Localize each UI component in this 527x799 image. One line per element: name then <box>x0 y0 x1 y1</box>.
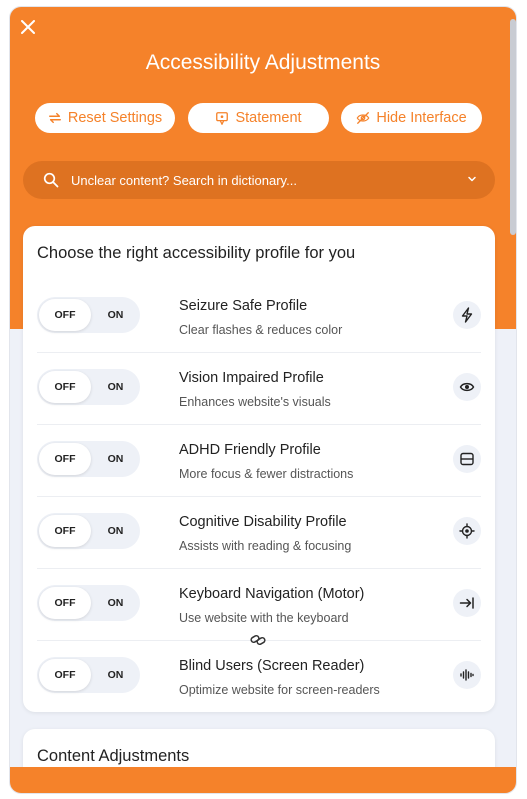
toggle-off-label: OFF <box>54 453 76 465</box>
reset-settings-button[interactable]: Reset Settings <box>35 103 175 133</box>
profile-toggle[interactable]: OFF ON <box>37 441 140 477</box>
profile-row-cognitive-disability: OFF ON Cognitive Disability Profile Assi… <box>37 497 481 569</box>
content-adjustments-title: Content Adjustments <box>37 747 190 765</box>
profile-toggle[interactable]: OFF ON <box>37 297 140 333</box>
eye-slash-icon <box>356 112 370 124</box>
profile-toggle[interactable]: OFF ON <box>37 513 140 549</box>
profile-name: ADHD Friendly Profile <box>179 442 321 458</box>
profile-name: Keyboard Navigation (Motor) <box>179 586 365 602</box>
link-icon[interactable] <box>249 631 267 649</box>
statement-button[interactable]: Statement <box>188 103 329 133</box>
toggle-off-label: OFF <box>54 309 76 321</box>
toggle-on-label: ON <box>107 525 124 537</box>
profiles-title: Choose the right accessibility profile f… <box>37 244 356 262</box>
accessibility-panel: Accessibility Adjustments Reset Settings… <box>9 6 517 794</box>
close-button[interactable] <box>18 17 38 37</box>
statement-icon <box>216 112 229 125</box>
statement-label: Statement <box>235 110 302 126</box>
toggle-on-label: ON <box>107 309 124 321</box>
toggle-off-label: OFF <box>54 669 76 681</box>
profile-row-seizure-safe: OFF ON Seizure Safe Profile Clear flashe… <box>37 281 481 353</box>
top-buttons: Reset Settings Statement Hide Interface <box>35 103 483 133</box>
panel-title: Accessibility Adjustments <box>145 51 381 74</box>
profile-name: Blind Users (Screen Reader) <box>179 658 365 674</box>
profile-row-vision-impaired: OFF ON Vision Impaired Profile Enhances … <box>37 353 481 425</box>
hide-interface-button[interactable]: Hide Interface <box>341 103 482 133</box>
target-icon <box>453 517 481 545</box>
profile-description: Assists with reading & focusing <box>179 539 352 553</box>
profile-name: Seizure Safe Profile <box>179 298 308 314</box>
chevron-down-icon <box>468 176 476 182</box>
eye-icon <box>453 373 481 401</box>
profile-description: Use website with the keyboard <box>179 611 349 625</box>
toggle-on-label: ON <box>107 597 124 609</box>
bottom-bar <box>10 767 516 793</box>
profile-toggle[interactable]: OFF ON <box>37 657 140 693</box>
toggle-off-label: OFF <box>54 597 76 609</box>
toggle-off-label: OFF <box>54 525 76 537</box>
profile-row-adhd-friendly: OFF ON ADHD Friendly Profile More focus … <box>37 425 481 497</box>
profile-toggle[interactable]: OFF ON <box>37 369 140 405</box>
arrow-to-line-icon <box>453 589 481 617</box>
focus-panel-icon <box>453 445 481 473</box>
profile-description: Clear flashes & reduces color <box>179 323 343 337</box>
profile-description: Enhances website's visuals <box>179 395 331 409</box>
profile-row-blind-users: OFF ON Blind Users (Screen Reader) Optim… <box>37 641 481 713</box>
dictionary-search[interactable]: Unclear content? Search in dictionary... <box>23 161 495 199</box>
toggle-on-label: ON <box>107 381 124 393</box>
profile-toggle[interactable]: OFF ON <box>37 585 140 621</box>
search-placeholder: Unclear content? Search in dictionary... <box>71 172 297 188</box>
toggle-on-label: ON <box>107 453 124 465</box>
profile-description: More focus & fewer distractions <box>179 467 354 481</box>
lightning-icon <box>453 301 481 329</box>
toggle-on-label: ON <box>107 669 124 681</box>
reset-settings-label: Reset Settings <box>67 110 163 126</box>
reset-icon <box>48 112 61 124</box>
search-icon <box>43 172 59 188</box>
audio-wave-icon <box>453 661 481 689</box>
profile-name: Vision Impaired Profile <box>179 370 324 386</box>
profile-name: Cognitive Disability Profile <box>179 514 347 530</box>
profile-description: Optimize website for screen-readers <box>179 683 380 697</box>
hide-interface-label: Hide Interface <box>376 110 467 126</box>
close-icon <box>21 20 35 34</box>
toggle-off-label: OFF <box>54 381 76 393</box>
